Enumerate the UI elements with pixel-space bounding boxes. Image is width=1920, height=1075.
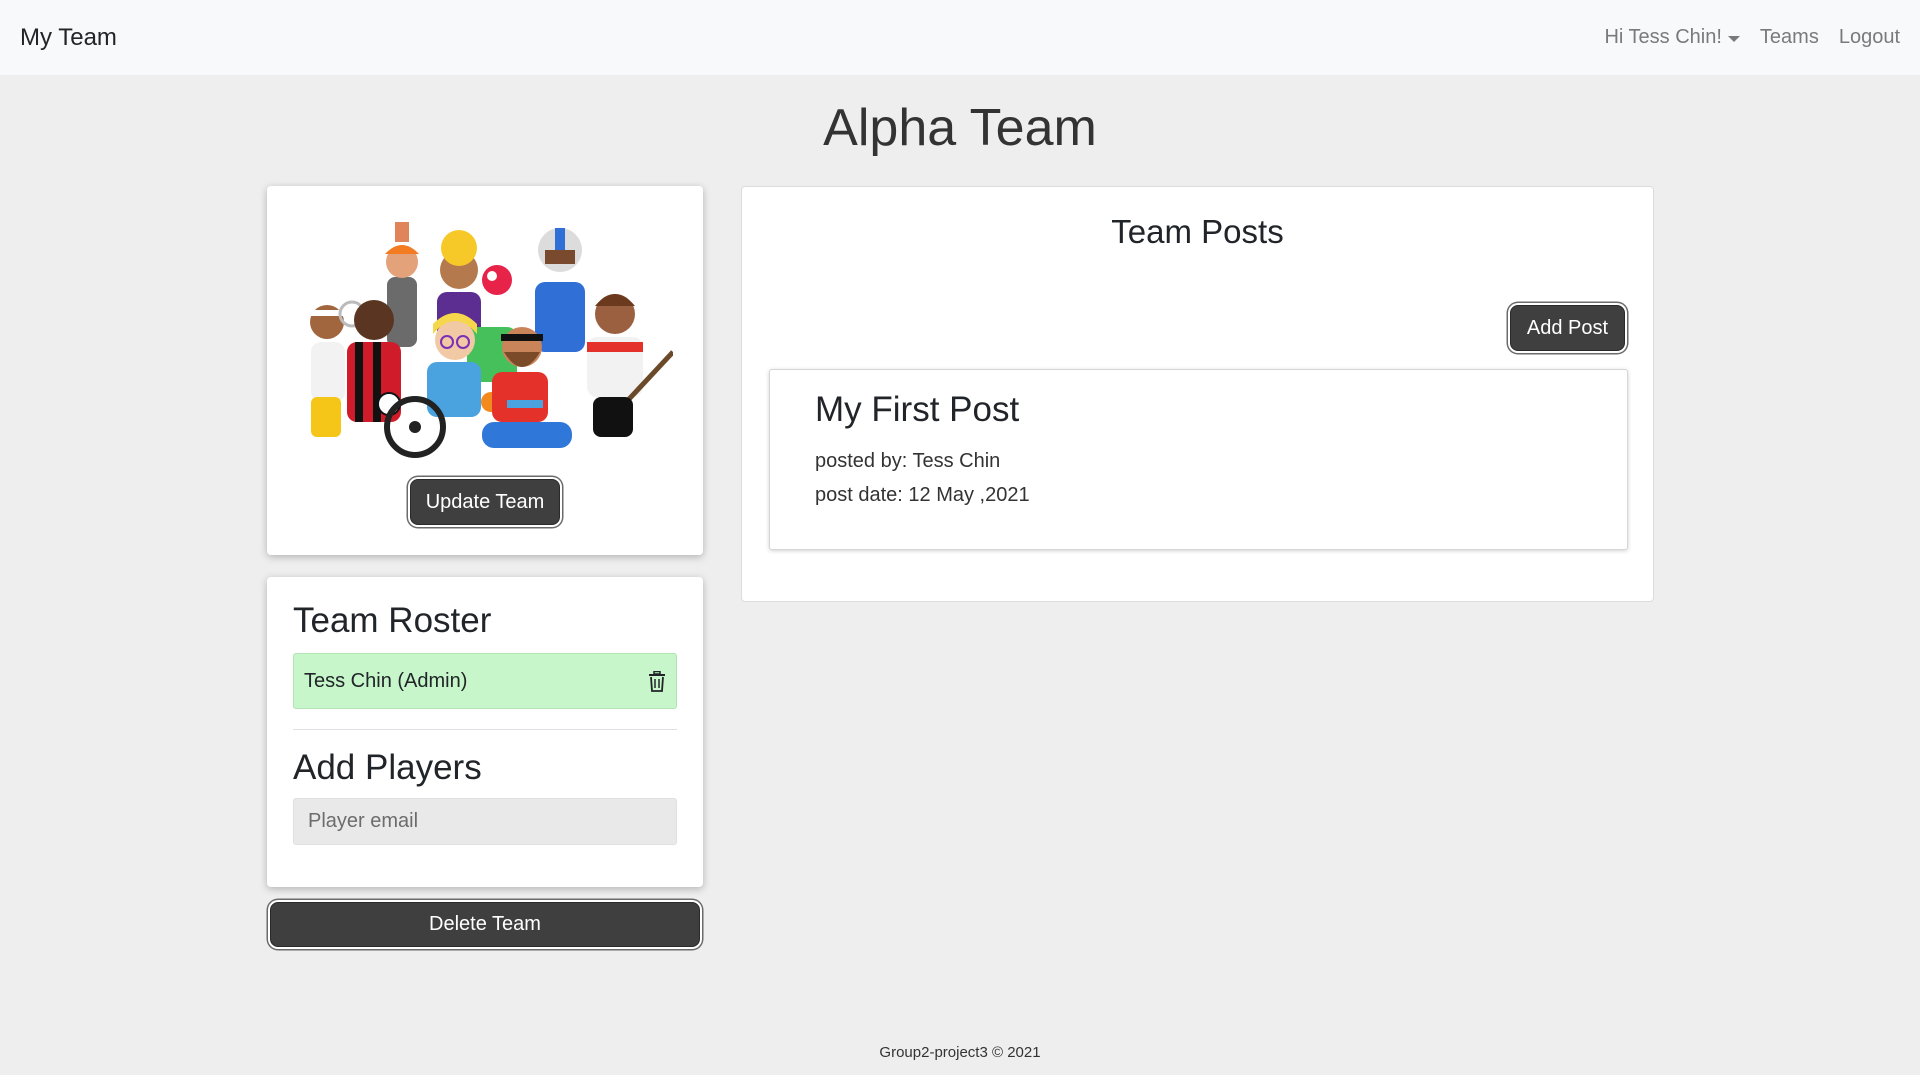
roster-card: Team Roster Tess Chin (Admin) Add Player… — [267, 577, 703, 887]
footer: Group2-project3 © 2021 — [879, 1044, 1041, 1061]
divider — [293, 729, 677, 730]
roster-member-name: Tess Chin (Admin) — [304, 669, 468, 692]
caret-down-icon — [1727, 35, 1740, 42]
logout-link[interactable]: Logout — [1839, 26, 1900, 49]
post-date: post date: 12 May ,2021 — [815, 484, 1030, 506]
roster-member-item: Tess Chin (Admin) — [293, 653, 677, 709]
team-posts-heading: Team Posts — [1111, 213, 1284, 250]
update-team-button[interactable]: Update Team — [410, 479, 560, 525]
post-author: posted by: Tess Chin — [815, 450, 1001, 472]
teams-link[interactable]: Teams — [1760, 26, 1819, 49]
delete-team-button[interactable]: Delete Team — [270, 902, 700, 947]
navbar: My Team Hi Tess Chin! Teams Logout — [0, 0, 1920, 75]
team-image-card: Update Team — [267, 186, 703, 555]
post-item[interactable]: My First Post posted by: Tess Chin post … — [769, 369, 1628, 550]
add-players-heading: Add Players — [293, 748, 482, 787]
brand-link[interactable]: My Team — [20, 24, 117, 52]
user-menu-label: Hi Tess Chin! — [1604, 26, 1722, 48]
team-posts-card: Team Posts Add Post My First Post posted… — [741, 186, 1654, 602]
trash-icon[interactable] — [648, 670, 666, 692]
roster-heading: Team Roster — [293, 601, 492, 640]
user-menu-dropdown[interactable]: Hi Tess Chin! — [1604, 26, 1740, 49]
page-title: Alpha Team — [823, 99, 1097, 157]
player-email-input[interactable] — [293, 798, 677, 845]
athlete-figures — [310, 222, 673, 458]
post-title: My First Post — [815, 390, 1020, 429]
team-illustration — [310, 222, 673, 458]
add-post-button[interactable]: Add Post — [1510, 305, 1625, 351]
nav-links: Hi Tess Chin! Teams Logout — [1604, 26, 1900, 49]
post-meta: posted by: Tess Chin post date: 12 May ,… — [815, 444, 1582, 512]
